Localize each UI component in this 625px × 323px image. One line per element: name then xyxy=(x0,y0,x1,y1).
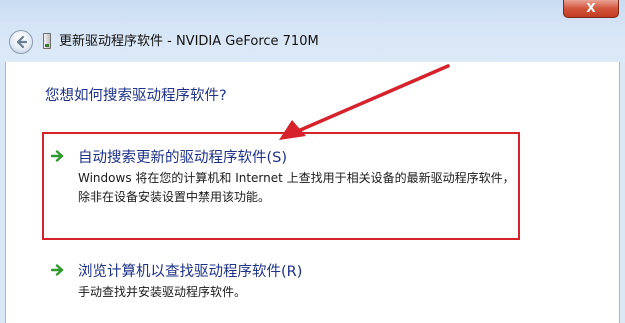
green-arrow-icon xyxy=(51,264,64,276)
back-arrow-icon xyxy=(16,35,28,49)
driver-device-icon xyxy=(43,33,51,49)
option-description: 手动查找并安装驱动程序软件。 xyxy=(78,285,247,299)
back-button[interactable] xyxy=(9,30,33,54)
title-bar: X 更新驱动程序软件 - NVIDIA GeForce 710M xyxy=(0,0,625,62)
window-title: 更新驱动程序软件 - NVIDIA GeForce 710M xyxy=(59,34,319,49)
page-question: 您想如何搜索驱动程序软件? xyxy=(45,88,227,104)
close-button[interactable]: X xyxy=(563,0,619,18)
annotation-highlight-box xyxy=(42,132,520,240)
option-title: 浏览计算机以查找驱动程序软件(R) xyxy=(78,264,303,280)
